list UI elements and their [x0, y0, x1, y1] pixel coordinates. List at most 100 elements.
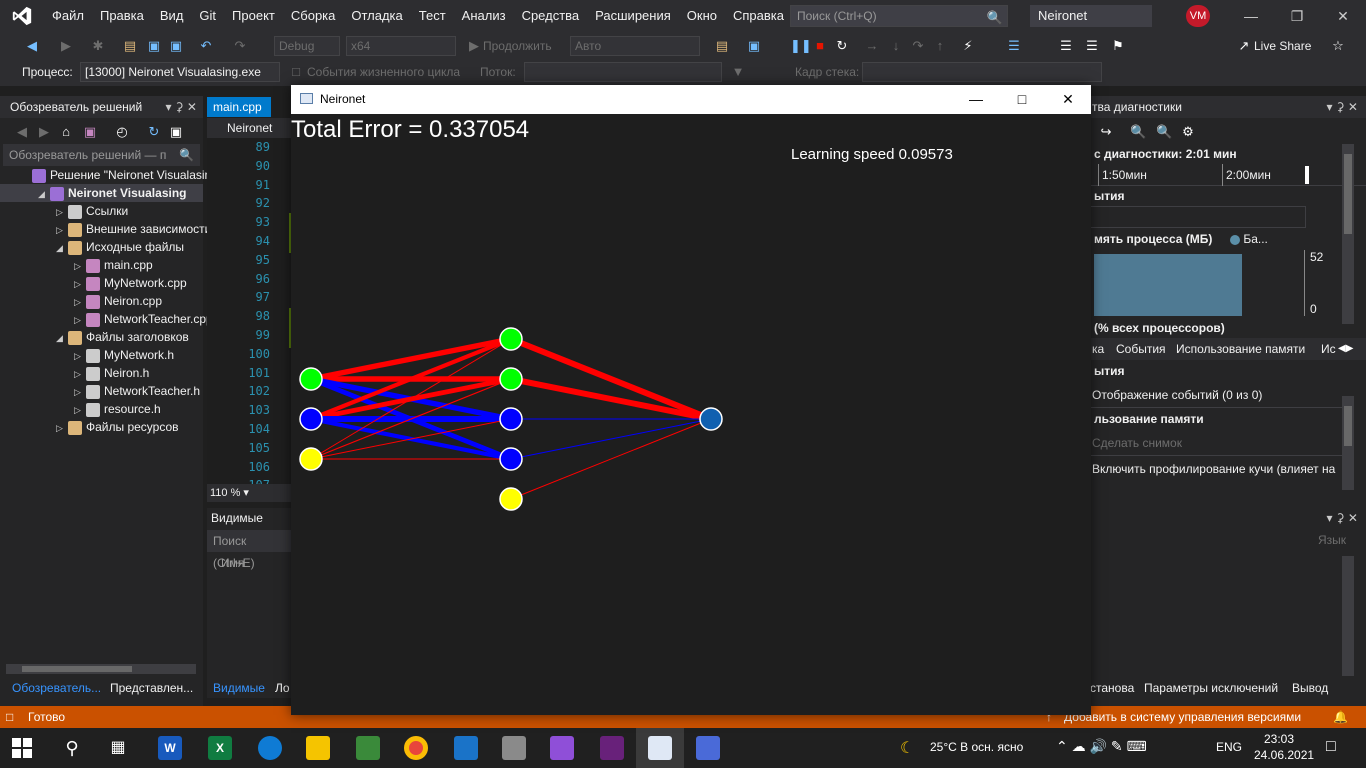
- code-editor[interactable]: 89 90 91 92 93 94 95 96 97 98 99 100 101 102 103 104 105…: [207, 138, 291, 492]
- tree-item[interactable]: ▷ Ссылки: [0, 202, 203, 220]
- zoom-in-icon[interactable]: 🔍: [1130, 124, 1146, 140]
- close-icon[interactable]: ✕: [1045, 85, 1091, 114]
- scrollbar-thumb[interactable]: [22, 666, 132, 672]
- visual-studio-logo-icon[interactable]: [0, 0, 44, 32]
- expand-icon[interactable]: ◢: [56, 239, 68, 257]
- zoom-out-icon[interactable]: 🔍: [1156, 124, 1172, 140]
- minimize-icon[interactable]: —: [1228, 0, 1274, 32]
- lifecycle-events-icon[interactable]: □: [288, 64, 304, 80]
- panel-options-icon[interactable]: ▾ ⚳ ✕: [1326, 508, 1358, 528]
- clock-date[interactable]: 24.06.2021: [1254, 748, 1314, 762]
- bookmark-icon[interactable]: ⚑: [1110, 38, 1126, 54]
- menu-item[interactable]: Проект: [224, 0, 283, 32]
- configuration-select[interactable]: Debug: [274, 36, 340, 56]
- notifications-bell-icon[interactable]: 🔔: [1333, 706, 1348, 728]
- sync-icon[interactable]: ↻: [146, 124, 162, 140]
- stack-frame-select[interactable]: [862, 62, 1102, 82]
- tab-exception-settings[interactable]: Параметры исключений: [1144, 678, 1278, 698]
- tree-item[interactable]: ▷ NetworkTeacher.h: [0, 382, 203, 400]
- menu-item[interactable]: Отладка: [343, 0, 410, 32]
- expand-icon[interactable]: ◢: [56, 329, 68, 347]
- export-icon[interactable]: ↪: [1098, 124, 1114, 140]
- home-icon[interactable]: ⌂: [58, 124, 74, 140]
- menu-item[interactable]: Средства: [514, 0, 588, 32]
- scrollbar-thumb[interactable]: [1344, 154, 1352, 234]
- search-icon[interactable]: ⚲: [60, 736, 84, 760]
- switch-views-icon[interactable]: ▣: [82, 124, 98, 140]
- panel-options-icon[interactable]: ▾ ⚳ ✕: [165, 96, 197, 118]
- menu-item[interactable]: Вид: [152, 0, 192, 32]
- panel-options-icon[interactable]: ▾ ⚳ ✕: [1326, 96, 1358, 118]
- hot-reload-icon[interactable]: ⚡: [960, 38, 976, 54]
- thread-select[interactable]: [524, 62, 722, 82]
- tab-cpu-usage[interactable]: Ис: [1321, 338, 1336, 360]
- platform-select[interactable]: x64: [346, 36, 456, 56]
- menu-item[interactable]: Окно: [679, 0, 725, 32]
- expand-icon[interactable]: ◢: [38, 185, 50, 203]
- memory-chart[interactable]: 52 0: [1090, 250, 1366, 318]
- tab-events[interactable]: События: [1116, 338, 1166, 360]
- expand-icon[interactable]: ▷: [74, 275, 86, 293]
- tree-item[interactable]: Решение "Neironet Visualasin: [0, 166, 211, 184]
- restart-icon[interactable]: ↻: [834, 38, 850, 54]
- tab-breakpoints[interactable]: станова: [1090, 678, 1134, 698]
- lifecycle-events-label[interactable]: События жизненного цикла: [307, 62, 460, 82]
- app-icon[interactable]: [356, 736, 380, 760]
- chrome-icon[interactable]: [404, 736, 428, 760]
- live-share-label[interactable]: Live Share: [1254, 36, 1311, 56]
- collapse-all-icon[interactable]: ▣: [168, 124, 184, 140]
- save-icon[interactable]: ▣: [146, 38, 162, 54]
- neironet-titlebar[interactable]: Neironet — □ ✕: [291, 85, 1091, 114]
- tree-item[interactable]: ▷ NetworkTeacher.cpp: [0, 310, 213, 328]
- tab-autos[interactable]: Видимые: [213, 678, 265, 698]
- tree-item[interactable]: ▷ MyNetwork.cpp: [0, 274, 203, 292]
- timeline-ruler[interactable]: 1:50мин 2:00мин: [1090, 164, 1366, 186]
- windows-start-icon[interactable]: [12, 738, 32, 758]
- tree-item[interactable]: ▷ Neiron.cpp: [0, 292, 203, 310]
- events-show-link[interactable]: Отображение событий (0 из 0): [1090, 382, 1342, 408]
- heap-profiling-checkbox[interactable]: Включить профилирование кучи (влияет на: [1090, 456, 1342, 482]
- expand-icon[interactable]: ▷: [74, 257, 86, 275]
- tree-item[interactable]: ▷ resource.h: [0, 400, 203, 418]
- notifications-icon[interactable]: □: [1326, 738, 1336, 756]
- console-icon[interactable]: [600, 736, 624, 760]
- tab-scroll-icon[interactable]: ◀▶: [1338, 338, 1353, 360]
- scrollbar-thumb[interactable]: [1344, 406, 1352, 446]
- zoom-select[interactable]: 110 % ▾: [207, 484, 291, 502]
- live-share-icon[interactable]: ↗: [1236, 38, 1252, 54]
- mail-icon[interactable]: [454, 736, 478, 760]
- forward-icon[interactable]: ▶: [36, 124, 52, 140]
- menu-item[interactable]: Сборка: [283, 0, 344, 32]
- solution-explorer-search[interactable]: Обозреватель решений — п 🔍: [3, 144, 200, 166]
- lower-scrollbar[interactable]: [1342, 556, 1354, 676]
- menu-item[interactable]: Правка: [92, 0, 152, 32]
- expand-icon[interactable]: ▷: [56, 221, 68, 239]
- language-indicator[interactable]: ENG: [1216, 740, 1242, 754]
- file-explorer-icon[interactable]: [306, 736, 330, 760]
- save-all-icon[interactable]: ▣: [168, 38, 184, 54]
- editor-navigation-bar[interactable]: Neironet Vis: [207, 118, 291, 155]
- menu-item[interactable]: Анализ: [454, 0, 514, 32]
- solution-name-badge[interactable]: Neironet Visualasing: [1030, 5, 1152, 45]
- filter-icon[interactable]: ▼: [730, 64, 746, 80]
- continue-icon[interactable]: ▶: [466, 38, 482, 54]
- expand-icon[interactable]: ▷: [74, 347, 86, 365]
- menu-item[interactable]: Справка: [725, 0, 792, 32]
- uncomment-icon[interactable]: ☰: [1084, 38, 1100, 54]
- forward-icon[interactable]: ▶: [58, 38, 74, 54]
- tab-summary[interactable]: ка: [1092, 338, 1104, 360]
- back-icon[interactable]: ◀: [24, 38, 40, 54]
- avatar[interactable]: VM: [1186, 5, 1210, 27]
- process-select[interactable]: [13000] Neironet Visualasing.exe: [80, 62, 280, 82]
- feedback-icon[interactable]: ☆: [1330, 38, 1346, 54]
- expand-icon[interactable]: ▷: [74, 383, 86, 401]
- show-next-icon[interactable]: →: [864, 38, 880, 54]
- expand-icon[interactable]: ▷: [74, 365, 86, 383]
- expand-icon[interactable]: ▷: [56, 203, 68, 221]
- tree-item[interactable]: ◢ Исходные файлы: [0, 238, 203, 256]
- pause-icon[interactable]: ❚❚: [790, 38, 812, 54]
- timeline-marker[interactable]: [1305, 166, 1309, 184]
- tree-item[interactable]: ◢ Файлы заголовков: [0, 328, 203, 346]
- tab-locals[interactable]: Ло: [275, 678, 290, 698]
- bookmarks-icon[interactable]: ☰: [1006, 38, 1022, 54]
